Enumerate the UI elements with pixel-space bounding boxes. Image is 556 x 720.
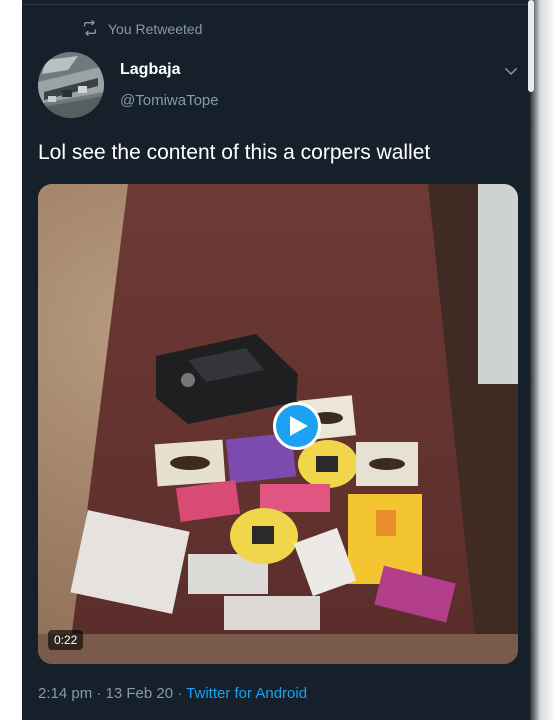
- meta-separator: ·: [173, 685, 187, 702]
- avatar[interactable]: [38, 52, 104, 118]
- retweet-context[interactable]: You Retweeted: [82, 19, 203, 39]
- video-duration: 0:22: [48, 630, 84, 650]
- chevron-down-icon[interactable]: [502, 62, 520, 80]
- tweet-time[interactable]: 2:14 pm: [38, 685, 92, 702]
- author-handle[interactable]: @TomiwaTope: [120, 92, 219, 109]
- tweet-text: Lol see the content of this a corpers wa…: [38, 141, 431, 164]
- author-name[interactable]: Lagbaja: [120, 61, 180, 79]
- meta-separator: ·: [92, 685, 106, 702]
- tweet-meta: 2:14 pm · 13 Feb 20 · Twitter for Androi…: [38, 685, 307, 702]
- scrollbar[interactable]: [528, 0, 534, 92]
- retweet-icon: [82, 19, 98, 39]
- retweet-label: You Retweeted: [108, 21, 203, 37]
- window-edge: [530, 0, 556, 720]
- divider: [22, 4, 530, 5]
- video-player[interactable]: 0:22: [38, 184, 518, 664]
- play-button[interactable]: [273, 402, 321, 450]
- play-icon: [290, 416, 308, 436]
- tweet-card: You Retweeted Lagbaja @TomiwaTope Lol se…: [22, 0, 530, 720]
- tweet-source[interactable]: Twitter for Android: [186, 685, 307, 702]
- tweet-date[interactable]: 13 Feb 20: [106, 685, 174, 702]
